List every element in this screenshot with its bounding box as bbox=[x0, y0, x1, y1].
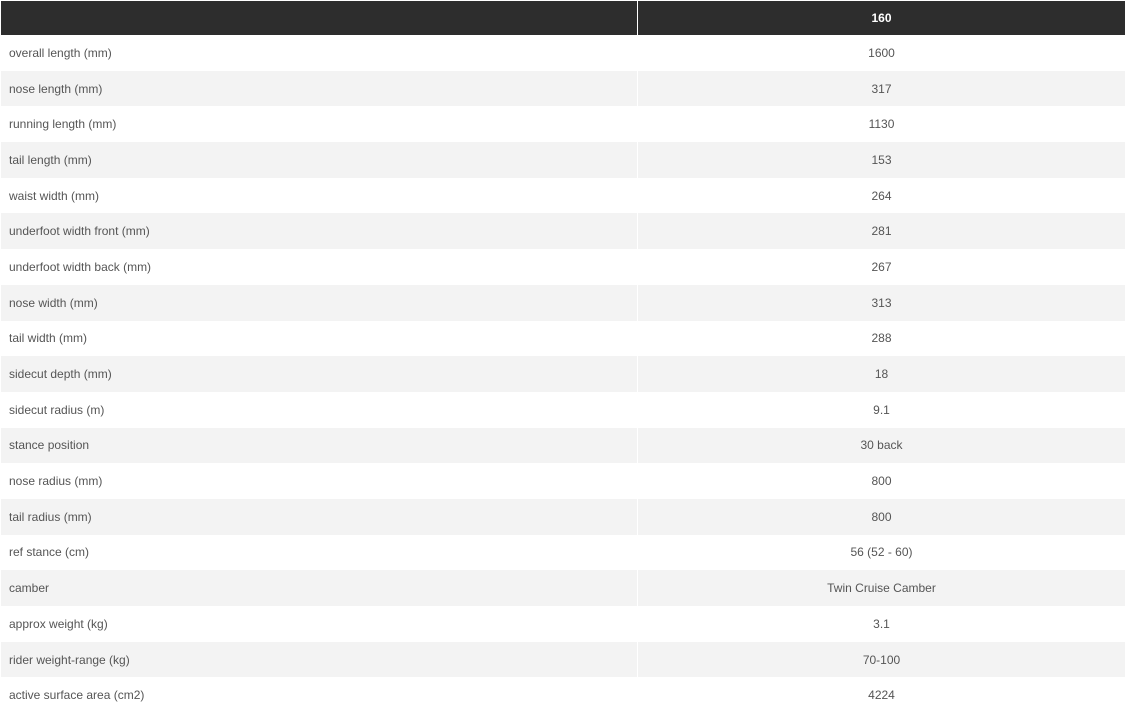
header-size-cell: 160 bbox=[638, 1, 1125, 35]
table-row: overall length (mm) 1600 bbox=[1, 35, 1125, 71]
spec-value: 800 bbox=[638, 498, 1125, 535]
spec-label: tail length (mm) bbox=[1, 142, 638, 178]
spec-label: active surface area (cm2) bbox=[1, 677, 638, 713]
spec-label: ref stance (cm) bbox=[1, 534, 638, 571]
spec-label: tail radius (mm) bbox=[1, 498, 638, 535]
spec-value: 1130 bbox=[638, 106, 1125, 143]
spec-label: approx weight (kg) bbox=[1, 606, 638, 642]
spec-label: overall length (mm) bbox=[1, 35, 638, 71]
table-header-row: 160 bbox=[1, 1, 1125, 35]
spec-value: 264 bbox=[638, 177, 1125, 214]
table-row: tail length (mm) 153 bbox=[1, 142, 1125, 178]
table-row: tail width (mm) 288 bbox=[1, 320, 1125, 357]
spec-value: 4224 bbox=[638, 677, 1125, 713]
spec-value: 153 bbox=[638, 142, 1125, 178]
spec-value: 281 bbox=[638, 213, 1125, 250]
spec-label: sidecut radius (m) bbox=[1, 391, 638, 428]
spec-label: camber bbox=[1, 570, 638, 606]
spec-value: Twin Cruise Camber bbox=[638, 570, 1125, 606]
spec-value: 3.1 bbox=[638, 606, 1125, 642]
table-row: sidecut depth (mm) 18 bbox=[1, 356, 1125, 392]
spec-value: 9.1 bbox=[638, 391, 1125, 428]
specs-table: 160 overall length (mm) 1600 nose length… bbox=[1, 1, 1125, 713]
header-label-cell bbox=[1, 1, 638, 35]
spec-label: rider weight-range (kg) bbox=[1, 641, 638, 678]
spec-label: nose radius (mm) bbox=[1, 463, 638, 499]
table-row: rider weight-range (kg) 70-100 bbox=[1, 641, 1125, 678]
table-row: underfoot width front (mm) 281 bbox=[1, 213, 1125, 250]
spec-label: nose width (mm) bbox=[1, 284, 638, 321]
spec-label: running length (mm) bbox=[1, 106, 638, 143]
spec-value: 30 back bbox=[638, 427, 1125, 464]
spec-value: 18 bbox=[638, 356, 1125, 392]
spec-value: 313 bbox=[638, 284, 1125, 321]
spec-label: underfoot width back (mm) bbox=[1, 249, 638, 285]
table-row: running length (mm) 1130 bbox=[1, 106, 1125, 143]
spec-label: underfoot width front (mm) bbox=[1, 213, 638, 250]
table-row: active surface area (cm2) 4224 bbox=[1, 677, 1125, 713]
table-row: nose length (mm) 317 bbox=[1, 70, 1125, 107]
table-row: waist width (mm) 264 bbox=[1, 177, 1125, 214]
table-row: approx weight (kg) 3.1 bbox=[1, 606, 1125, 642]
table-row: ref stance (cm) 56 (52 - 60) bbox=[1, 534, 1125, 571]
table-row: camber Twin Cruise Camber bbox=[1, 570, 1125, 606]
table-row: nose width (mm) 313 bbox=[1, 284, 1125, 321]
spec-value: 267 bbox=[638, 249, 1125, 285]
table-row: sidecut radius (m) 9.1 bbox=[1, 391, 1125, 428]
spec-value: 70-100 bbox=[638, 641, 1125, 678]
spec-label: waist width (mm) bbox=[1, 177, 638, 214]
spec-label: nose length (mm) bbox=[1, 70, 638, 107]
table-row: underfoot width back (mm) 267 bbox=[1, 249, 1125, 285]
spec-value: 1600 bbox=[638, 35, 1125, 71]
table-row: stance position 30 back bbox=[1, 427, 1125, 464]
spec-value: 317 bbox=[638, 70, 1125, 107]
spec-value: 800 bbox=[638, 463, 1125, 499]
spec-label: stance position bbox=[1, 427, 638, 464]
spec-value: 56 (52 - 60) bbox=[638, 534, 1125, 571]
spec-label: sidecut depth (mm) bbox=[1, 356, 638, 392]
spec-value: 288 bbox=[638, 320, 1125, 357]
spec-label: tail width (mm) bbox=[1, 320, 638, 357]
table-row: tail radius (mm) 800 bbox=[1, 498, 1125, 535]
table-row: nose radius (mm) 800 bbox=[1, 463, 1125, 499]
